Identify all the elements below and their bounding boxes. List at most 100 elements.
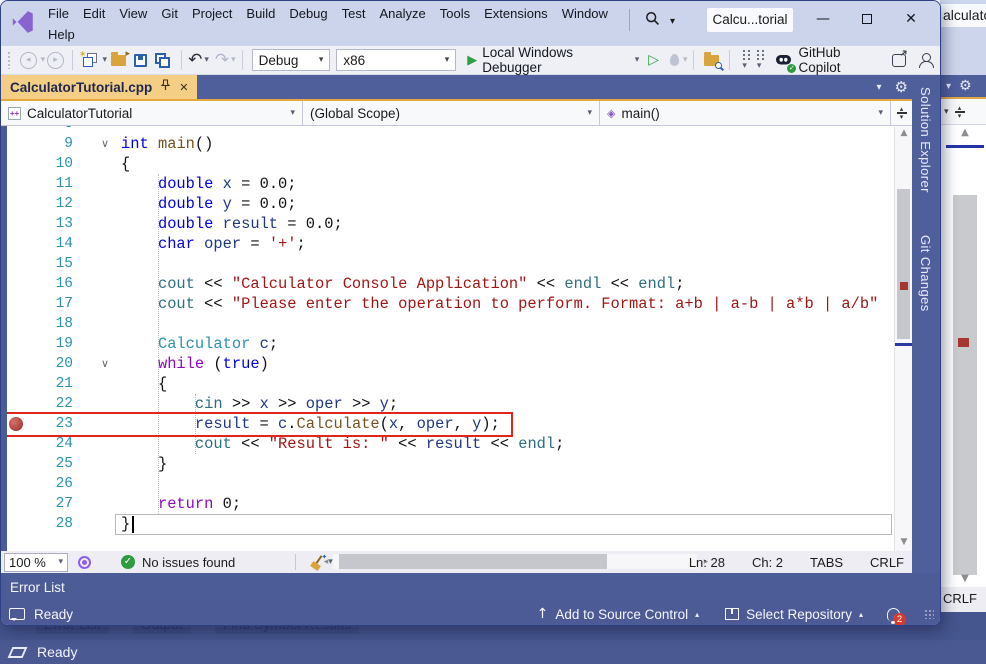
- feedback-bubble-icon[interactable]: [9, 608, 25, 620]
- find-in-files-icon[interactable]: [704, 55, 719, 66]
- code-line-27[interactable]: 27 return 0;: [1, 494, 894, 514]
- menu-item-file[interactable]: File: [41, 4, 76, 23]
- scope-dropdown[interactable]: (Global Scope) ▾: [303, 101, 600, 126]
- maximize-button[interactable]: [853, 7, 881, 31]
- scrollbar-thumb[interactable]: [953, 195, 977, 575]
- sidebar-tab-solution-explorer[interactable]: Solution Explorer: [918, 87, 933, 193]
- navigate-back-icon[interactable]: ◂: [20, 52, 37, 69]
- redo-caret-icon[interactable]: ▾: [231, 55, 236, 65]
- code-line-8[interactable]: 8: [1, 126, 894, 134]
- solution-platform-dropdown[interactable]: x86▾: [336, 49, 456, 71]
- intellisense-status-icon[interactable]: [78, 556, 91, 569]
- resize-grip[interactable]: [924, 609, 934, 619]
- split-window-icon[interactable]: ▴▾: [955, 106, 965, 118]
- tabs-mode-indicator[interactable]: TABS: [810, 555, 843, 570]
- flame-caret-icon[interactable]: ▾: [683, 55, 688, 65]
- user-search-icon[interactable]: [919, 53, 934, 67]
- menu-item-project[interactable]: Project: [185, 4, 239, 23]
- menu-item-edit[interactable]: Edit: [76, 4, 112, 23]
- toolbar-grip[interactable]: [7, 51, 12, 69]
- code-line-26[interactable]: 26: [1, 474, 894, 494]
- save-all-icon[interactable]: [155, 53, 171, 68]
- code-line-10[interactable]: 10{: [1, 154, 894, 174]
- search-caret-icon[interactable]: ▾: [670, 16, 675, 27]
- gear-icon[interactable]: ⚙: [959, 78, 972, 94]
- solution-configuration-dropdown[interactable]: Debug▾: [252, 49, 331, 71]
- code-line-16[interactable]: 16 cout << "Calculator Console Applicati…: [1, 274, 894, 294]
- code-line-9[interactable]: 9∨int main(): [1, 134, 894, 154]
- code-line-13[interactable]: 13 double result = 0.0;: [1, 214, 894, 234]
- project-dropdown[interactable]: ++ CalculatorTutorial ▾: [1, 101, 303, 126]
- undo-icon[interactable]: ↶: [188, 52, 202, 68]
- column-indicator[interactable]: Ch: 2: [752, 555, 783, 570]
- editor-gear-icon[interactable]: ⚙: [895, 78, 908, 96]
- new-project-icon[interactable]: ✶: [81, 53, 97, 67]
- line-indicator[interactable]: Ln: 28: [689, 555, 725, 570]
- minimize-button[interactable]: —: [809, 7, 837, 31]
- menu-item-view[interactable]: View: [112, 4, 154, 23]
- scrollbar-thumb[interactable]: [339, 554, 607, 569]
- tab-calculatortutorial-cpp[interactable]: CalculatorTutorial.cpp ✕: [1, 75, 197, 99]
- menu-item-extensions[interactable]: Extensions: [477, 4, 555, 23]
- save-icon[interactable]: [134, 54, 147, 67]
- scroll-up-icon[interactable]: ▲: [952, 127, 978, 138]
- open-file-icon[interactable]: ▸: [111, 55, 126, 66]
- scroll-left-icon[interactable]: ◂: [319, 551, 333, 573]
- scroll-down-icon[interactable]: ▼: [895, 537, 913, 547]
- code-line-19[interactable]: 19 Calculator c;: [1, 334, 894, 354]
- menu-item-debug[interactable]: Debug: [282, 4, 334, 23]
- tab-overflow-caret-icon[interactable]: ▾: [877, 82, 882, 93]
- undo-caret-icon[interactable]: ▾: [204, 55, 209, 65]
- code-line-22[interactable]: 22 cin >> x >> oper >> y;: [1, 394, 894, 414]
- notifications-bell-icon[interactable]: 2: [887, 608, 900, 621]
- menu-item-tools[interactable]: Tools: [433, 4, 477, 23]
- code-line-11[interactable]: 11 double x = 0.0;: [1, 174, 894, 194]
- github-copilot-icon[interactable]: ✓: [775, 51, 792, 70]
- dotted-toolbar-icon-1[interactable]: ▾: [740, 50, 747, 71]
- code-line-24[interactable]: 24 cout << "Result is: " << result << en…: [1, 434, 894, 454]
- eol-indicator[interactable]: CRLF: [870, 555, 904, 570]
- code-line-18[interactable]: 18: [1, 314, 894, 334]
- redo-icon[interactable]: ↷: [215, 52, 229, 68]
- split-editor-button[interactable]: ▴▾: [891, 101, 912, 126]
- code-line-20[interactable]: 20∨ while (true): [1, 354, 894, 374]
- code-line-12[interactable]: 12 double y = 0.0;: [1, 194, 894, 214]
- member-dropdown[interactable]: ◈ main() ▾: [600, 101, 891, 126]
- issues-status-label[interactable]: No issues found: [142, 555, 235, 570]
- zoom-dropdown[interactable]: 100 %▾: [4, 553, 68, 572]
- code-line-15[interactable]: 15: [1, 254, 894, 274]
- menu-item-build[interactable]: Build: [239, 4, 282, 23]
- menu-item-help[interactable]: Help: [41, 25, 82, 44]
- navigate-forward-icon[interactable]: ▸: [47, 52, 64, 69]
- share-icon[interactable]: [892, 54, 907, 67]
- code-line-21[interactable]: 21 {: [1, 374, 894, 394]
- pin-icon[interactable]: [160, 78, 171, 96]
- github-copilot-label[interactable]: GitHub Copilot: [798, 45, 884, 75]
- menu-item-window[interactable]: Window: [555, 4, 615, 23]
- menu-item-analyze[interactable]: Analyze: [372, 4, 432, 23]
- chevron-down-icon[interactable]: ▾: [944, 107, 949, 117]
- start-without-debugging-icon[interactable]: ▷: [648, 52, 659, 68]
- code-editor[interactable]: 89∨int main()10{11 double x = 0.0;12 dou…: [1, 126, 894, 551]
- error-list-panel-header[interactable]: Error List: [1, 573, 941, 601]
- select-repository-button[interactable]: Select Repository ▴: [725, 607, 863, 622]
- navigate-back-caret-icon[interactable]: ▾: [41, 55, 46, 65]
- chevron-down-icon[interactable]: ▾: [946, 81, 951, 92]
- close-button[interactable]: ✕: [897, 7, 925, 31]
- scroll-down-icon[interactable]: ▼: [952, 573, 978, 584]
- fold-collapse-icon[interactable]: ∨: [97, 354, 113, 374]
- start-debugging-button[interactable]: ▶ Local Windows Debugger ▾: [467, 45, 639, 75]
- fold-collapse-icon[interactable]: ∨: [97, 134, 113, 154]
- sidebar-tab-git-changes[interactable]: Git Changes: [918, 235, 933, 312]
- window-title[interactable]: Calcu...torial: [707, 8, 793, 32]
- code-line-25[interactable]: 25 }: [1, 454, 894, 474]
- menu-item-test[interactable]: Test: [335, 4, 373, 23]
- editor-vertical-scrollbar[interactable]: ▲ ▼: [894, 126, 912, 551]
- code-line-17[interactable]: 17 cout << "Please enter the operation t…: [1, 294, 894, 314]
- add-to-source-control-button[interactable]: ↑ Add to Source Control ▴: [537, 606, 700, 622]
- search-icon[interactable]: [645, 11, 660, 31]
- background-scrollbar[interactable]: ▲ ▼: [940, 125, 986, 587]
- menu-item-git[interactable]: Git: [154, 4, 185, 23]
- dotted-toolbar-icon-2[interactable]: ▾: [755, 50, 762, 71]
- scrollbar-thumb[interactable]: [897, 189, 910, 339]
